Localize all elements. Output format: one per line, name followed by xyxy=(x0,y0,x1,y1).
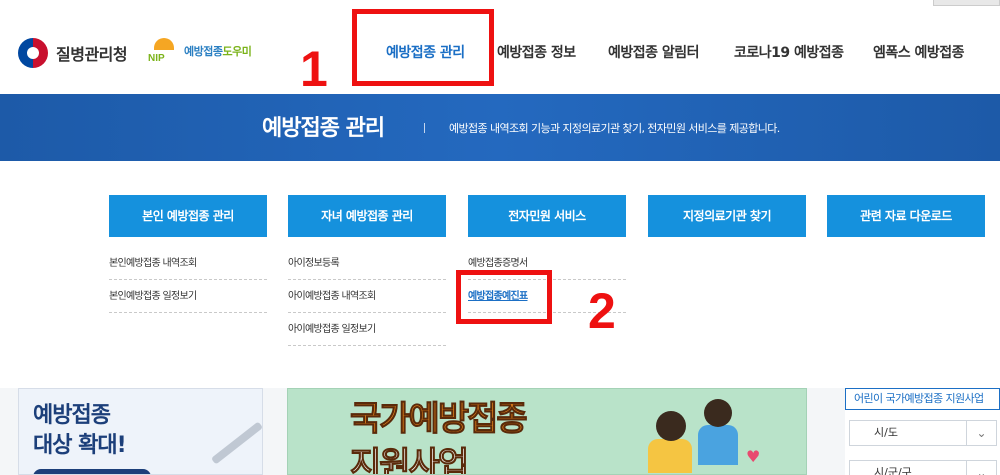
main-banner[interactable]: 국가예방접종 지원사업 ♥ xyxy=(287,388,807,475)
content-area: 예방접종 대상 확대! 국가예방접종 지원사업 ♥ 어린이 국가예방접종 지원사… xyxy=(0,388,1000,475)
menu-column-clinic: 지정의료기관 찾기 xyxy=(648,195,806,237)
banner-line2: 지원사업 xyxy=(349,445,469,475)
promo-line2: 대상 확대! xyxy=(33,433,127,458)
top-scrollbar[interactable] xyxy=(933,0,1000,6)
annotation-number-1: 1 xyxy=(300,41,328,97)
link-child-schedule[interactable]: 아이예방접종 일정보기 xyxy=(288,313,446,346)
section-description: 예방접종 내역조회 기능과 지정의료기관 찾기, 전자민원 서비스를 제공합니다… xyxy=(449,122,780,135)
menu-button-find-clinic[interactable]: 지정의료기관 찾기 xyxy=(648,195,806,237)
chevron-down-icon: ⌄ xyxy=(966,461,996,475)
annotation-box-2 xyxy=(456,270,552,324)
nip-logo-text: NIP xyxy=(148,53,165,64)
menu-button-self-management[interactable]: 본인 예방접종 관리 xyxy=(109,195,267,237)
kdca-logo[interactable]: 질병관리청 xyxy=(18,38,128,68)
gnb-item-vaccination-info[interactable]: 예방접종 정보 xyxy=(497,42,576,62)
section-band: 예방접종 관리 예방접종 내역조회 기능과 지정의료기관 찾기, 전자민원 서비… xyxy=(0,94,1000,161)
nip-name: 예방접종도우미 xyxy=(184,45,252,58)
nip-logo-icon: NIP xyxy=(148,38,180,64)
gnb-item-mpox[interactable]: 엠폭스 예방접종 xyxy=(873,42,965,62)
menu-button-e-civil-service[interactable]: 전자민원 서비스 xyxy=(468,195,626,237)
banner-line1: 국가예방접종 xyxy=(350,399,529,440)
kdca-name: 질병관리청 xyxy=(56,45,128,64)
promo-button[interactable] xyxy=(33,469,151,474)
menu-column-child: 자녀 예방접종 관리 아이정보등록 아이예방접종 내역조회 아이예방접종 일정보… xyxy=(288,195,446,346)
chevron-down-icon: ⌄ xyxy=(966,421,996,445)
gnb-item-vaccination-notice[interactable]: 예방접종 알림터 xyxy=(608,42,700,62)
divider xyxy=(424,123,425,133)
link-self-history[interactable]: 본인예방접종 내역조회 xyxy=(109,247,267,280)
site-header: 질병관리청 NIP 예방접종도우미 예방접종 관리 예방접종 정보 예방접종 알… xyxy=(0,0,1000,94)
menu-button-downloads[interactable]: 관련 자료 다운로드 xyxy=(827,195,985,237)
section-title: 예방접종 관리 xyxy=(262,116,385,141)
province-select[interactable]: 시/도 ⌄ xyxy=(849,420,997,446)
clinic-search-title: 어린이 국가예방접종 지원사업 xyxy=(845,388,1000,410)
kdca-emblem-icon xyxy=(18,38,48,68)
link-child-register[interactable]: 아이정보등록 xyxy=(288,247,446,280)
kids-illustration: ♥ xyxy=(638,393,761,473)
annotation-box-1 xyxy=(352,9,494,86)
nip-helper-logo[interactable]: NIP 예방접종도우미 xyxy=(148,38,252,64)
menu-column-self: 본인 예방접종 관리 본인예방접종 내역조회 본인예방접종 일정보기 xyxy=(109,195,267,313)
clinic-search-box: 어린이 국가예방접종 지원사업 시/도 ⌄ 시/군/구 ⌄ xyxy=(845,388,1000,475)
link-self-schedule[interactable]: 본인예방접종 일정보기 xyxy=(109,280,267,313)
heart-icon: ♥ xyxy=(746,447,761,466)
city-select-value: 시/군/구 xyxy=(874,466,912,475)
gnb-item-covid19[interactable]: 코로나19 예방접종 xyxy=(734,42,844,62)
syringe-icon xyxy=(210,421,262,465)
promo-line1: 예방접종 xyxy=(33,403,111,428)
menu-button-child-management[interactable]: 자녀 예방접종 관리 xyxy=(288,195,446,237)
city-select[interactable]: 시/군/구 ⌄ xyxy=(849,460,997,475)
menu-column-downloads: 관련 자료 다운로드 xyxy=(827,195,985,237)
annotation-number-2: 2 xyxy=(588,283,616,339)
promo-card-expansion[interactable]: 예방접종 대상 확대! xyxy=(18,388,263,475)
page: 질병관리청 NIP 예방접종도우미 예방접종 관리 예방접종 정보 예방접종 알… xyxy=(0,0,1000,475)
link-child-history[interactable]: 아이예방접종 내역조회 xyxy=(288,280,446,313)
province-select-value: 시/도 xyxy=(874,426,898,439)
